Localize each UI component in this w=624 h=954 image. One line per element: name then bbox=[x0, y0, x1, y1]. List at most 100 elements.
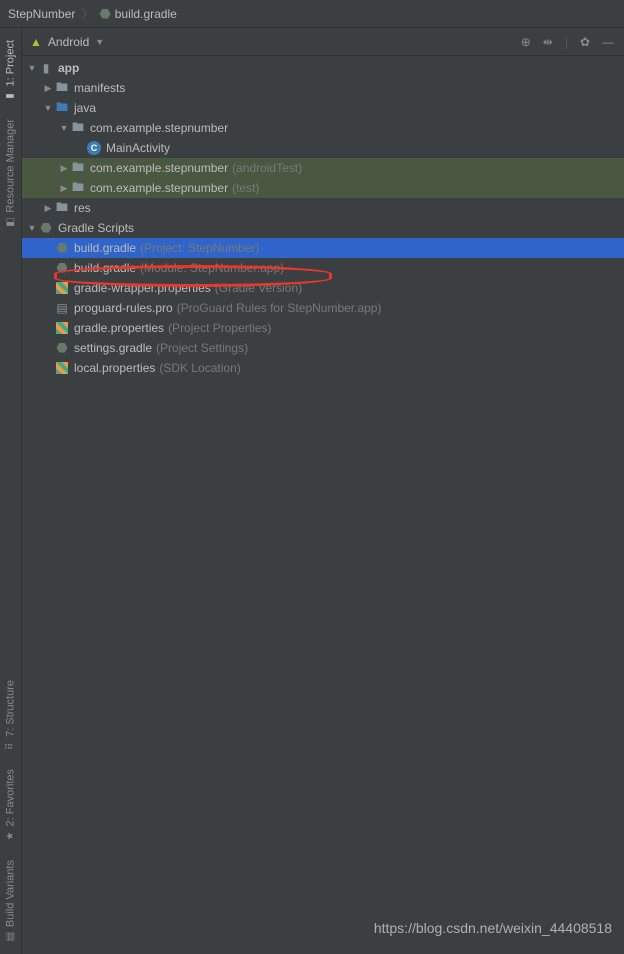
node-label: res bbox=[74, 201, 91, 215]
gradle-icon: ⬣ bbox=[54, 340, 70, 356]
module-icon: ▮ bbox=[38, 61, 54, 75]
expand-arrow-icon[interactable]: ▼ bbox=[26, 63, 38, 73]
tab-structure-label: 7: Structure bbox=[5, 680, 17, 737]
breadcrumb: StepNumber 〉 ⬣ build.gradle bbox=[0, 0, 624, 28]
tab-favorites[interactable]: ★ 2: Favorites bbox=[0, 761, 21, 849]
resource-manager-icon: ◧ bbox=[5, 218, 16, 227]
node-hint: (Module: StepNumber.app) bbox=[140, 261, 284, 275]
node-label: com.example.stepnumber bbox=[90, 181, 228, 195]
gradle-icon: ⬣ bbox=[54, 260, 70, 276]
tree-node-package-androidtest[interactable]: ▶ 🖿 com.example.stepnumber (androidTest) bbox=[22, 158, 624, 178]
panel-title-area[interactable]: ▲ Android ▼ bbox=[30, 35, 104, 49]
tab-structure[interactable]: ⠿ 7: Structure bbox=[0, 672, 21, 760]
chevron-down-icon: ▼ bbox=[95, 37, 104, 47]
tab-project[interactable]: ▮ 1: Project bbox=[0, 32, 21, 109]
tree-node-class[interactable]: C MainActivity bbox=[22, 138, 624, 158]
tree-node-java[interactable]: ▼ 🖿 java bbox=[22, 98, 624, 118]
node-label: manifests bbox=[74, 81, 125, 95]
panel-title-label: Android bbox=[48, 35, 89, 49]
tree-node-proguard-rules[interactable]: ▤ proguard-rules.pro (ProGuard Rules for… bbox=[22, 298, 624, 318]
expand-arrow-icon[interactable]: ▶ bbox=[42, 203, 54, 214]
tree-node-local-properties[interactable]: local.properties (SDK Location) bbox=[22, 358, 624, 378]
minimize-icon[interactable]: — bbox=[600, 33, 616, 51]
tree-node-gradle-wrapper-properties[interactable]: gradle-wrapper.properties (Gradle Versio… bbox=[22, 278, 624, 298]
node-label: java bbox=[74, 101, 96, 115]
tree-node-gradle-scripts[interactable]: ▼ ⬣ Gradle Scripts bbox=[22, 218, 624, 238]
folder-icon: 🖿 bbox=[54, 78, 70, 99]
divider-icon: | bbox=[563, 33, 570, 51]
node-label: Gradle Scripts bbox=[58, 221, 134, 235]
node-label: local.properties bbox=[74, 361, 155, 375]
tab-resource-manager[interactable]: ◧ Resource Manager bbox=[0, 111, 21, 236]
package-icon: 🖿 bbox=[70, 178, 86, 199]
expand-arrow-icon[interactable]: ▶ bbox=[42, 83, 54, 94]
breadcrumb-separator: 〉 bbox=[81, 5, 93, 22]
gradle-icon: ⬣ bbox=[38, 220, 54, 236]
project-panel: ▲ Android ▼ ⊕ ⇹ | ✿ — ▼ ▮ app ▶ � bbox=[22, 28, 624, 954]
tree-node-app[interactable]: ▼ ▮ app bbox=[22, 58, 624, 78]
panel-header: ▲ Android ▼ ⊕ ⇹ | ✿ — bbox=[22, 28, 624, 56]
android-icon: ▲ bbox=[30, 35, 42, 49]
tree-node-manifests[interactable]: ▶ 🖿 manifests bbox=[22, 78, 624, 98]
folder-icon: 🖿 bbox=[54, 98, 70, 119]
build-variants-icon: ▤ bbox=[5, 932, 16, 941]
expand-arrow-icon[interactable]: ▼ bbox=[42, 103, 54, 113]
target-icon[interactable]: ⊕ bbox=[519, 33, 533, 51]
tab-resource-manager-label: Resource Manager bbox=[5, 119, 17, 213]
node-label: app bbox=[58, 61, 79, 75]
left-tool-tabs: ▮ 1: Project ◧ Resource Manager ⠿ 7: Str… bbox=[0, 28, 22, 954]
node-label: settings.gradle bbox=[74, 341, 152, 355]
watermark: https://blog.csdn.net/weixin_44408518 bbox=[374, 920, 612, 936]
folder-icon: 🖿 bbox=[54, 198, 70, 219]
gear-icon[interactable]: ✿ bbox=[578, 33, 592, 51]
expand-arrow-icon[interactable]: ▶ bbox=[58, 183, 70, 194]
node-label: gradle.properties bbox=[74, 321, 164, 335]
file-label: build.gradle bbox=[115, 7, 177, 21]
package-icon: 🖿 bbox=[70, 118, 86, 139]
tab-favorites-label: 2: Favorites bbox=[5, 769, 17, 826]
tree-node-res[interactable]: ▶ 🖿 res bbox=[22, 198, 624, 218]
breadcrumb-project[interactable]: StepNumber bbox=[8, 7, 75, 21]
node-label: proguard-rules.pro bbox=[74, 301, 173, 315]
tree-node-gradle-properties[interactable]: gradle.properties (Project Properties) bbox=[22, 318, 624, 338]
node-hint: (ProGuard Rules for StepNumber.app) bbox=[177, 301, 382, 315]
tab-project-label: 1: Project bbox=[5, 40, 17, 86]
expand-arrow-icon[interactable]: ▼ bbox=[26, 223, 38, 233]
tree-node-build-gradle-project[interactable]: ⬣ build.gradle (Project: StepNumber) bbox=[22, 238, 624, 258]
node-hint: (Project: StepNumber) bbox=[140, 241, 259, 255]
gradle-icon: ⬣ bbox=[54, 240, 70, 256]
project-tree[interactable]: ▼ ▮ app ▶ 🖿 manifests ▼ 🖿 java ▼ 🖿 com.e bbox=[22, 56, 624, 954]
node-label: com.example.stepnumber bbox=[90, 121, 228, 135]
node-label: build.gradle bbox=[74, 241, 136, 255]
project-label: StepNumber bbox=[8, 7, 75, 21]
tree-node-package[interactable]: ▼ 🖿 com.example.stepnumber bbox=[22, 118, 624, 138]
node-hint: (Gradle Version) bbox=[215, 281, 302, 295]
node-hint: (SDK Location) bbox=[159, 361, 240, 375]
tree-node-package-test[interactable]: ▶ 🖿 com.example.stepnumber (test) bbox=[22, 178, 624, 198]
node-label: gradle-wrapper.properties bbox=[74, 281, 211, 295]
expand-arrow-icon[interactable]: ▼ bbox=[58, 123, 70, 133]
structure-icon: ⠿ bbox=[5, 742, 16, 749]
node-hint: (Project Properties) bbox=[168, 321, 271, 335]
project-tab-icon: ▮ bbox=[5, 93, 16, 99]
properties-icon bbox=[54, 282, 70, 294]
node-hint: (androidTest) bbox=[232, 161, 302, 175]
package-icon: 🖿 bbox=[70, 158, 86, 179]
breadcrumb-file[interactable]: ⬣ build.gradle bbox=[99, 6, 176, 22]
expand-arrow-icon[interactable]: ▶ bbox=[58, 163, 70, 174]
tree-node-build-gradle-module[interactable]: ⬣ build.gradle (Module: StepNumber.app) bbox=[22, 258, 624, 278]
node-hint: (Project Settings) bbox=[156, 341, 248, 355]
node-hint: (test) bbox=[232, 181, 259, 195]
class-icon: C bbox=[86, 141, 102, 155]
tab-build-variants[interactable]: ▤ Build Variants bbox=[0, 852, 21, 950]
tab-build-variants-label: Build Variants bbox=[5, 860, 17, 927]
collapse-icon[interactable]: ⇹ bbox=[541, 33, 555, 51]
tree-node-settings-gradle[interactable]: ⬣ settings.gradle (Project Settings) bbox=[22, 338, 624, 358]
properties-icon bbox=[54, 362, 70, 374]
node-label: com.example.stepnumber bbox=[90, 161, 228, 175]
properties-icon bbox=[54, 322, 70, 334]
text-file-icon: ▤ bbox=[54, 301, 70, 315]
gradle-icon: ⬣ bbox=[99, 6, 110, 22]
node-label: build.gradle bbox=[74, 261, 136, 275]
node-label: MainActivity bbox=[106, 141, 170, 155]
